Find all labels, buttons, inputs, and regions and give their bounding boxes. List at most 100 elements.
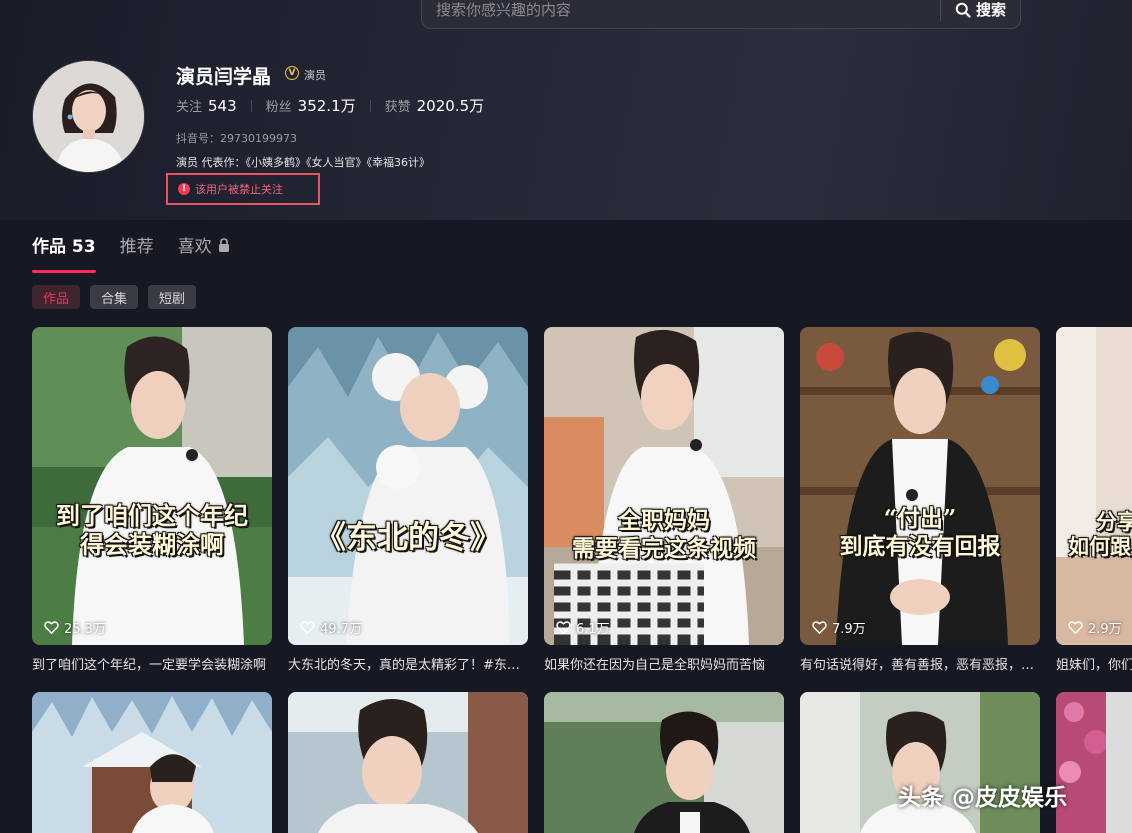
tab-recommend[interactable]: 推荐 xyxy=(120,232,154,273)
stat-value: 352.1万 xyxy=(297,97,356,115)
chip-works[interactable]: 作品 xyxy=(32,285,81,309)
video-thumbnail xyxy=(1056,692,1132,833)
video-caption: 大东北的冬天，真的是太精彩了！#东北的冬天 xyxy=(288,658,528,673)
thumbnail-overlay-text: “付出” 到底有没有回报 xyxy=(800,505,1040,560)
tab-label: 喜欢 xyxy=(177,237,212,257)
stat-divider xyxy=(250,99,252,112)
overlay-line: 到了咱们这个年纪 xyxy=(56,501,248,530)
video-caption: 姐妹们，你们 xyxy=(1056,658,1132,673)
overlay-line: “付出” xyxy=(883,505,957,532)
heart-icon xyxy=(556,621,571,635)
search-button-label: 搜索 xyxy=(975,1,1006,19)
likes-count: 49.7万 xyxy=(300,618,362,637)
chip-collections[interactable]: 合集 xyxy=(90,285,139,309)
likes-count: 6.1万 xyxy=(556,618,610,637)
avatar-portrait xyxy=(33,61,144,172)
thumbnail-image xyxy=(32,327,272,645)
search-input[interactable] xyxy=(422,0,940,28)
video-card[interactable] xyxy=(288,692,528,833)
overlay-line: 得会装糊涂啊 xyxy=(80,529,224,559)
heart-icon xyxy=(1068,621,1083,635)
video-thumbnail: 到了咱们这个年纪 得会装糊涂啊 25.3万 xyxy=(32,327,272,645)
likes-value: 2.9万 xyxy=(1088,622,1122,637)
chip-short-dramas[interactable]: 短剧 xyxy=(148,285,197,309)
verified-icon: V xyxy=(285,66,299,80)
search-button[interactable]: 搜索 xyxy=(941,0,1020,28)
overlay-line: 需要看完这条视频 xyxy=(572,534,756,562)
thumbnail-image xyxy=(288,327,528,645)
follow-banned-notice: ! 该用户被禁止关注 xyxy=(166,173,320,205)
video-card[interactable]: 到了咱们这个年纪 得会装糊涂啊 25.3万 到了咱们这个年纪，一定要学会装糊涂啊 xyxy=(32,327,272,673)
verify-label: 演员 xyxy=(304,69,326,82)
tab-works[interactable]: 作品 53 xyxy=(32,232,96,273)
lock-icon xyxy=(218,237,229,252)
profile-name: 演员闫学晶 xyxy=(176,66,272,88)
heart-icon xyxy=(300,621,315,635)
stat-value: 2020.5万 xyxy=(416,97,485,115)
video-thumbnail xyxy=(544,692,784,833)
likes-value: 25.3万 xyxy=(64,622,106,637)
thumbnail-overlay-text: 《东北的冬》 xyxy=(288,520,528,557)
video-card[interactable]: “付出” 到底有没有回报 7.9万 有句话说得好，善有善报，恶有恶报，不是不报 xyxy=(800,327,1040,673)
overlay-line: 《东北的冬》 xyxy=(315,520,501,556)
tab-label: 推荐 xyxy=(119,237,154,257)
thumbnail-image xyxy=(800,327,1040,645)
stat-divider xyxy=(369,99,371,112)
video-card[interactable]: 分享 如何跟 2.9万 姐妹们，你们 xyxy=(1056,327,1132,673)
warning-icon: ! xyxy=(178,183,190,195)
avatar[interactable] xyxy=(32,60,145,173)
overlay-line: 到底有没有回报 xyxy=(839,532,1001,560)
thumbnail-image xyxy=(544,692,784,833)
thumbnail-overlay-text: 全职妈妈 需要看完这条视频 xyxy=(544,507,784,562)
thumbnail-overlay-text: 分享 如何跟 xyxy=(1068,509,1132,559)
video-card[interactable] xyxy=(1056,692,1132,833)
stat-label: 粉丝 xyxy=(265,100,292,115)
video-card[interactable] xyxy=(544,692,784,833)
video-caption: 如果你还在因为自己是全职妈妈而苦恼 xyxy=(544,658,766,673)
video-thumbnail: 《东北的冬》 49.7万 xyxy=(288,327,528,645)
video-caption: 有句话说得好，善有善报，恶有恶报，不是不报 xyxy=(800,658,1040,673)
likes-count: 25.3万 xyxy=(44,618,106,637)
tab-likes[interactable]: 喜欢 xyxy=(178,232,230,273)
video-card[interactable]: 《东北的冬》 49.7万 大东北的冬天，真的是太精彩了！#东北的冬天 xyxy=(288,327,528,673)
likes-count: 2.9万 xyxy=(1068,618,1122,637)
stat-label: 获赞 xyxy=(384,100,411,115)
filter-chips: 作品 合集 短剧 xyxy=(32,285,197,309)
search-icon xyxy=(955,2,971,18)
heart-icon xyxy=(812,621,827,635)
watermark: 头条 @皮皮娱乐 xyxy=(898,785,1068,811)
thumbnail-overlay-text: 到了咱们这个年纪 得会装糊涂啊 xyxy=(32,501,272,560)
overlay-line: 分享 xyxy=(1096,509,1132,534)
stat-likes: 获赞 2020.5万 xyxy=(385,95,485,116)
likes-value: 6.1万 xyxy=(576,622,610,637)
overlay-line: 全职妈妈 xyxy=(618,507,710,534)
video-caption: 到了咱们这个年纪，一定要学会装糊涂啊 xyxy=(32,658,267,673)
profile-stats: 关注 543 粉丝 352.1万 获赞 2020.5万 xyxy=(176,95,484,116)
profile-bio: 演员 代表作：《小姨多鹤》《女人当官》《幸福36计》 xyxy=(176,156,430,169)
tab-label: 作品 53 xyxy=(32,237,96,257)
video-thumbnail: 全职妈妈 需要看完这条视频 6.1万 xyxy=(544,327,784,645)
video-card[interactable] xyxy=(32,692,272,833)
search-bar: 搜索 xyxy=(421,0,1021,29)
warning-text: 该用户被禁止关注 xyxy=(195,183,283,196)
overlay-line: 如何跟 xyxy=(1068,534,1131,560)
likes-count: 7.9万 xyxy=(812,618,866,637)
stat-following[interactable]: 关注 543 xyxy=(176,96,237,115)
thumbnail-image xyxy=(1056,327,1132,645)
douyin-id: 抖音号：29730199973 xyxy=(176,132,297,145)
stat-label: 关注 xyxy=(176,100,203,115)
heart-icon xyxy=(44,621,59,635)
thumbnail-image xyxy=(544,327,784,645)
stat-followers[interactable]: 粉丝 352.1万 xyxy=(266,95,356,116)
video-thumbnail xyxy=(32,692,272,833)
video-thumbnail xyxy=(288,692,528,833)
video-thumbnail: “付出” 到底有没有回报 7.9万 xyxy=(800,327,1040,645)
likes-value: 49.7万 xyxy=(320,622,362,637)
thumbnail-image xyxy=(288,692,528,833)
profile-tabs: 作品 53 推荐 喜欢 xyxy=(32,232,230,273)
video-card[interactable]: 全职妈妈 需要看完这条视频 6.1万 如果你还在因为自己是全职妈妈而苦恼 xyxy=(544,327,784,673)
stat-value: 543 xyxy=(208,97,237,115)
video-thumbnail: 分享 如何跟 2.9万 xyxy=(1056,327,1132,645)
thumbnail-image xyxy=(32,692,272,833)
thumbnail-image xyxy=(1056,692,1132,833)
